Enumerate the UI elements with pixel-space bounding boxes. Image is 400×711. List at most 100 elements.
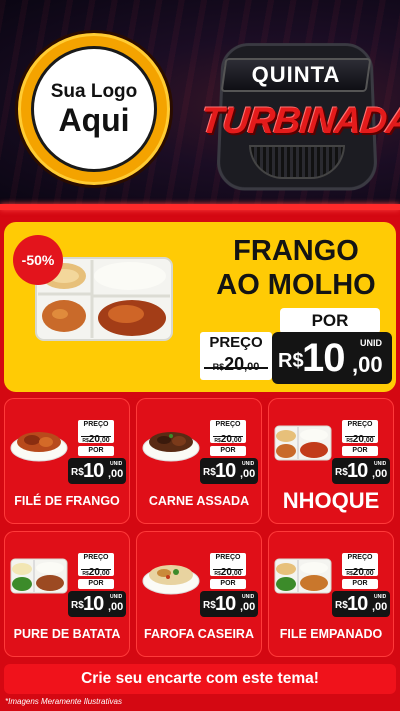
card-new-int: 10 <box>347 593 368 615</box>
card-preco-label: PREÇO <box>210 553 246 562</box>
strikethrough <box>345 569 375 570</box>
card-por-label: POR <box>342 446 378 456</box>
pure-batata-marmita-icon <box>10 558 68 594</box>
card-new-dec: ,00 <box>372 601 388 613</box>
card-unit: UNID <box>242 594 255 600</box>
card-new-int: 10 <box>215 460 236 482</box>
card-new-dec: ,00 <box>240 468 256 480</box>
strikethrough <box>81 436 111 437</box>
logo-inner: Sua Logo Aqui <box>31 46 157 172</box>
card-new-currency: R$ <box>203 600 216 611</box>
card-old-dec: ,00 <box>99 570 110 577</box>
card-old-dec: ,00 <box>231 570 242 577</box>
old-int: 20 <box>224 354 245 374</box>
card-new-dec: ,00 <box>240 601 256 613</box>
new-dec: ,00 <box>352 352 383 377</box>
new-currency: R$ <box>278 350 304 372</box>
card-old-dec: ,00 <box>231 437 242 444</box>
nhoque-marmita-icon <box>274 425 332 461</box>
card-new-int: 10 <box>83 593 104 615</box>
new-int: 10 <box>302 336 345 380</box>
card-new-price: R$ 10 UNID ,00 <box>200 591 258 617</box>
product-card[interactable]: PREÇO R$20,00 POR R$ 10 UNID ,00 CARNE A… <box>136 398 262 524</box>
card-old-dec: ,00 <box>99 437 110 444</box>
card-preco-label: PREÇO <box>78 420 114 429</box>
card-new-currency: R$ <box>71 600 84 611</box>
product-card[interactable]: PREÇO R$20,00 POR R$ 10 UNID ,00 FILÉ DE… <box>4 398 130 524</box>
cta-banner[interactable]: Crie seu encarte com este tema! <box>4 664 396 694</box>
card-old-price: R$20,00 <box>78 429 114 445</box>
product-card[interactable]: PREÇO R$20,00 POR R$ 10 UNID ,00 NHOQUE <box>268 398 394 524</box>
logo-line2: Aqui <box>58 102 130 138</box>
card-preco-label: PREÇO <box>78 553 114 562</box>
card-unit: UNID <box>242 461 255 467</box>
product-card[interactable]: PREÇO R$20,00 POR R$ 10 UNID ,00 PURE DE… <box>4 531 130 657</box>
product-card[interactable]: PREÇO R$20,00 POR R$ 10 UNID ,00 FILE EM… <box>268 531 394 657</box>
card-preco-label: PREÇO <box>342 420 378 429</box>
strikethrough <box>345 436 375 437</box>
card-por-label: POR <box>78 579 114 589</box>
card-new-dec: ,00 <box>372 468 388 480</box>
card-new-currency: R$ <box>335 467 348 478</box>
card-por-label: POR <box>210 446 246 456</box>
card-preco-label: PREÇO <box>210 420 246 429</box>
badge-turbinada: TURBINADA <box>198 100 400 141</box>
card-new-price: R$ 10 UNID ,00 <box>68 591 126 617</box>
card-old-price: R$20,00 <box>342 562 378 578</box>
logo-line1: Sua Logo <box>50 81 138 102</box>
header-banner: Sua Logo Aqui QUINTA TURBINADA <box>0 0 400 208</box>
card-por-label: POR <box>210 579 246 589</box>
card-new-price: R$ 10 UNID ,00 <box>332 458 390 484</box>
product-card[interactable]: PREÇO R$20,00 POR R$ 10 UNID ,00 FAROFA … <box>136 531 262 657</box>
file-empanado-marmita-icon <box>274 558 332 594</box>
card-old-price: R$20,00 <box>210 562 246 578</box>
card-new-int: 10 <box>83 460 104 482</box>
card-old-dec: ,00 <box>363 570 374 577</box>
card-old-price: R$20,00 <box>78 562 114 578</box>
card-new-price: R$ 10 UNID ,00 <box>200 458 258 484</box>
carne-assada-bowl-icon <box>142 432 200 462</box>
strikethrough <box>213 436 243 437</box>
featured-por-label: POR <box>280 308 380 334</box>
card-new-dec: ,00 <box>108 468 124 480</box>
quinta-turbinada-badge: QUINTA TURBINADA <box>199 30 400 191</box>
featured-preco-label: PREÇO <box>200 332 272 354</box>
card-por-label: POR <box>342 579 378 589</box>
file-frango-bowl-icon <box>10 432 68 462</box>
card-old-price: R$20,00 <box>342 429 378 445</box>
strikethrough <box>213 569 243 570</box>
disclaimer: *Imagens Meramente Ilustrativas <box>5 697 122 706</box>
card-preco-label: PREÇO <box>342 553 378 562</box>
card-name: FAROFA CASEIRA <box>144 627 254 641</box>
card-new-currency: R$ <box>71 467 84 478</box>
featured-title: FRANGO AO MOLHO <box>200 234 392 302</box>
card-unit: UNID <box>110 594 123 600</box>
card-old-dec: ,00 <box>363 437 374 444</box>
card-new-dec: ,00 <box>108 601 124 613</box>
card-new-price: R$ 10 UNID ,00 <box>68 458 126 484</box>
farofa-bowl-icon <box>142 565 200 595</box>
card-new-currency: R$ <box>203 467 216 478</box>
new-unit: UNID <box>360 338 382 348</box>
card-name: FILÉ DE FRANGO <box>14 494 120 508</box>
card-new-int: 10 <box>215 593 236 615</box>
featured-title-line2: AO MOLHO <box>216 269 376 301</box>
card-new-currency: R$ <box>335 600 348 611</box>
badge-quinta: QUINTA <box>251 62 341 87</box>
strikethrough <box>204 367 268 369</box>
header-divider <box>0 204 400 210</box>
card-new-int: 10 <box>347 460 368 482</box>
featured-old-value: R$20,00 <box>200 354 272 380</box>
discount-badge: -50% <box>13 235 63 285</box>
featured-offer[interactable]: -50% FRANGO AO MOLHO POR PREÇO R$20,00 R… <box>4 222 396 392</box>
card-unit: UNID <box>110 461 123 467</box>
card-unit: UNID <box>374 594 387 600</box>
card-por-label: POR <box>78 446 114 456</box>
card-old-price: R$20,00 <box>210 429 246 445</box>
featured-old-price: PREÇO R$20,00 <box>200 332 272 380</box>
card-name: FILE EMPANADO <box>279 627 383 641</box>
logo-badge[interactable]: Sua Logo Aqui <box>15 30 173 188</box>
card-name: PURE DE BATATA <box>13 627 121 641</box>
card-name: CARNE ASSADA <box>148 494 250 508</box>
featured-new-price: R$ 10 UNID ,00 <box>272 332 392 384</box>
